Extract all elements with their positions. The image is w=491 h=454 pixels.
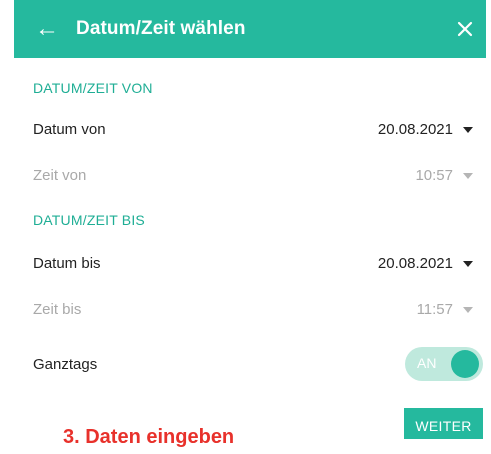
- date-from-label: Datum von: [33, 121, 106, 138]
- section-title-from: DATUM/ZEIT VON: [33, 80, 153, 96]
- date-from-dropdown[interactable]: 20.08.2021: [378, 121, 473, 138]
- section-title-to: DATUM/ZEIT BIS: [33, 212, 145, 228]
- time-to-value: 11:57: [416, 301, 453, 318]
- date-to-label: Datum bis: [33, 255, 101, 272]
- time-from-value: 10:57: [415, 167, 453, 184]
- allday-label: Ganztags: [33, 356, 98, 373]
- chevron-down-icon: [463, 172, 473, 179]
- date-to-value: 20.08.2021: [377, 255, 453, 272]
- close-icon[interactable]: [450, 12, 480, 44]
- chevron-down-icon: [463, 306, 473, 313]
- chevron-down-icon: [463, 260, 473, 267]
- step-annotation: 3. Daten eingeben: [63, 426, 235, 448]
- allday-toggle[interactable]: AN: [405, 347, 483, 381]
- arrow-left-icon[interactable]: ←: [34, 14, 60, 44]
- date-from-value: 20.08.2021: [377, 121, 453, 138]
- time-to-dropdown[interactable]: 11:57: [417, 301, 473, 318]
- toggle-knob: [451, 350, 479, 378]
- time-from-dropdown[interactable]: 10:57: [415, 167, 473, 184]
- toggle-state-text: AN: [417, 355, 437, 371]
- time-from-label: Zeit von: [33, 167, 87, 184]
- next-button[interactable]: WEITER: [404, 408, 483, 439]
- chevron-down-icon: [463, 126, 473, 133]
- time-to-label: Zeit bis: [33, 301, 82, 318]
- date-to-dropdown[interactable]: 20.08.2021: [378, 255, 473, 272]
- close-icon-graphic: [457, 21, 473, 37]
- page-title: Datum/Zeit wählen: [76, 18, 246, 39]
- app-bar: ← Datum/Zeit wählen: [14, 0, 486, 58]
